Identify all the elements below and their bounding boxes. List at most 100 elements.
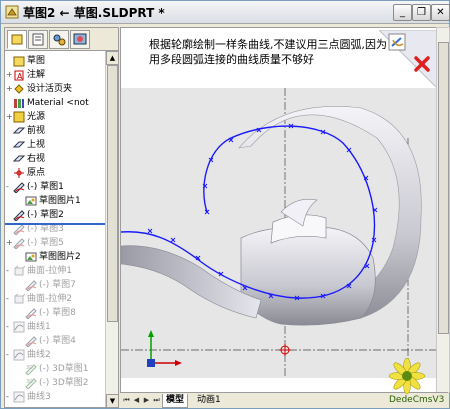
tree-item-label: 光源 (27, 112, 46, 122)
feature-tree-scrollbar[interactable]: ▲ ▼ (105, 51, 119, 408)
feature-tree: 草图 + A 注解 + 设计活页夹 Material <not + 光源前视上视右视原点 - (-)… (5, 51, 105, 407)
curve-icon (13, 321, 25, 333)
rollback-bar[interactable] (5, 223, 105, 225)
close-icon: ✕ (436, 7, 445, 18)
tree-item-label: 设计活页夹 (27, 84, 73, 94)
svg-text:3D: 3D (26, 379, 33, 385)
tree-item-label: 曲线3 (27, 392, 51, 402)
graphics-scroll-thumb[interactable] (438, 42, 449, 334)
graphics-area[interactable]: 根据轮廓绘制一样条曲线,不建议用三点圆弧,因为用多段圆弧连接的曲线质量不够好 (120, 27, 438, 393)
lights-icon (13, 111, 25, 123)
tree-item-label: 曲线2 (27, 350, 51, 360)
part-icon (13, 56, 25, 67)
tree-item-label: 注解 (27, 70, 46, 80)
tree-item-label: 原点 (27, 168, 46, 178)
material-icon (14, 99, 24, 108)
feature-manager-panel: 草图 + A 注解 + 设计活页夹 Material <not + 光源前视上视右视原点 - (-)… (4, 27, 119, 408)
tree-item-label: (-) 草图2 (27, 210, 64, 220)
configuration-icon (53, 34, 66, 46)
graphics-vertical-scrollbar[interactable] (436, 27, 450, 393)
tree-item-label: 曲线1 (27, 322, 51, 332)
surface-extrude-icon (14, 265, 25, 276)
tree-item-label: 草图 (27, 56, 46, 66)
tree-item-label: 草图图片1 (39, 196, 81, 206)
confirmation-corner (379, 30, 437, 88)
sketch-icon (25, 280, 37, 291)
feature-tree-icon (11, 34, 23, 45)
tree-item-label: 上视 (27, 140, 46, 150)
last-tab-button[interactable]: ⏭ (152, 395, 161, 405)
display-icon (73, 33, 87, 45)
tab-model[interactable]: 模型 (162, 394, 189, 408)
annotations-icon: A (14, 70, 24, 81)
curve-icon (13, 391, 25, 403)
restore-button[interactable]: ❐ (412, 4, 431, 21)
tree-expander-icon[interactable]: - (6, 264, 9, 278)
scroll-up-arrow[interactable]: ▲ (106, 51, 119, 65)
tree-item-label: (-) 草图4 (39, 336, 76, 346)
sketch-window: 草图2 ← 草图.SLDPRT * _ ❐ ✕ 草图 + A 注解 + 设计活页夹 Mate… (0, 0, 450, 409)
tree-expander-icon[interactable]: - (6, 348, 9, 362)
scroll-down-arrow[interactable]: ▼ (106, 394, 119, 408)
sketch-icon (13, 182, 25, 193)
surface-extrude-icon (14, 293, 25, 304)
tree-item-label: (-) 3D草图2 (39, 378, 89, 388)
minimize-button[interactable]: _ (393, 4, 412, 21)
tree-expander-icon[interactable]: - (6, 320, 9, 334)
curve-icon (13, 349, 25, 361)
tab-animation[interactable]: 动画1 (194, 394, 224, 407)
tree-item-label: 前视 (27, 126, 46, 136)
solidworks-part-icon (5, 5, 19, 19)
window-title: 草图2 ← 草图.SLDPRT * (23, 6, 165, 20)
plane-icon (13, 141, 25, 148)
sketch-picture-icon (25, 252, 37, 262)
scroll-thumb[interactable] (107, 65, 118, 322)
tree-expander-icon[interactable]: - (6, 390, 9, 404)
design-binder-icon (14, 84, 24, 94)
watermark-text: DedeCmsV3 (389, 395, 445, 405)
sketch-icon (13, 238, 25, 249)
tree-item-label: 右视 (27, 154, 46, 164)
sketch3d-icon: 3D (25, 364, 37, 375)
sketch3d-icon: 3D (25, 378, 37, 389)
first-tab-button[interactable]: ⏮ (122, 395, 131, 405)
origin-icon (14, 168, 24, 178)
sketch-icon (25, 336, 37, 347)
previous-tab-button[interactable]: ◀ (132, 395, 141, 405)
sketch-icon (25, 308, 37, 319)
title-bar[interactable]: 草图2 ← 草图.SLDPRT * _ ❐ ✕ (1, 1, 450, 24)
tab-configuration-manager[interactable] (49, 30, 69, 49)
plane-icon (13, 127, 25, 134)
tree-item-label: Material <not (27, 98, 89, 108)
tree-item-label: 曲面-拉伸1 (27, 266, 72, 276)
restore-icon: ❐ (417, 7, 426, 18)
property-icon (32, 33, 44, 46)
tab-property-manager[interactable] (28, 30, 48, 49)
tree-item-label: (-) 草图7 (39, 280, 76, 290)
tree-expander-icon[interactable]: + (6, 110, 13, 124)
teapot-body (240, 226, 376, 326)
tree-expander-icon[interactable]: - (6, 180, 9, 194)
svg-text:A: A (17, 72, 23, 81)
tree-expander-icon[interactable]: + (6, 68, 13, 82)
tree-expander-icon[interactable]: + (6, 236, 13, 250)
tab-display-manager[interactable] (70, 30, 90, 49)
tree-item-label: (-) 草图1 (27, 182, 64, 192)
minimize-icon: _ (400, 7, 405, 18)
tab-feature-manager[interactable] (7, 30, 27, 49)
sketch-picture-icon (25, 196, 37, 206)
sketch-icon (13, 210, 25, 221)
close-button[interactable]: ✕ (431, 4, 450, 21)
tree-item-label: (-) 3D草图1 (39, 364, 89, 374)
panel-tabs (5, 28, 118, 51)
tree-item-label: (-) 草图8 (39, 308, 76, 318)
tree-item-label: 草图图片2 (39, 252, 81, 262)
tree-expander-icon[interactable]: - (6, 292, 9, 306)
teapot-spout (121, 245, 262, 319)
tree-item-label: (-) 草图5 (27, 238, 64, 248)
svg-text:3D: 3D (26, 365, 33, 371)
tree-expander-icon[interactable]: + (6, 82, 13, 96)
next-tab-button[interactable]: ▶ (142, 395, 151, 405)
exit-sketch-icon[interactable] (388, 33, 406, 51)
origin-marker (279, 344, 291, 356)
